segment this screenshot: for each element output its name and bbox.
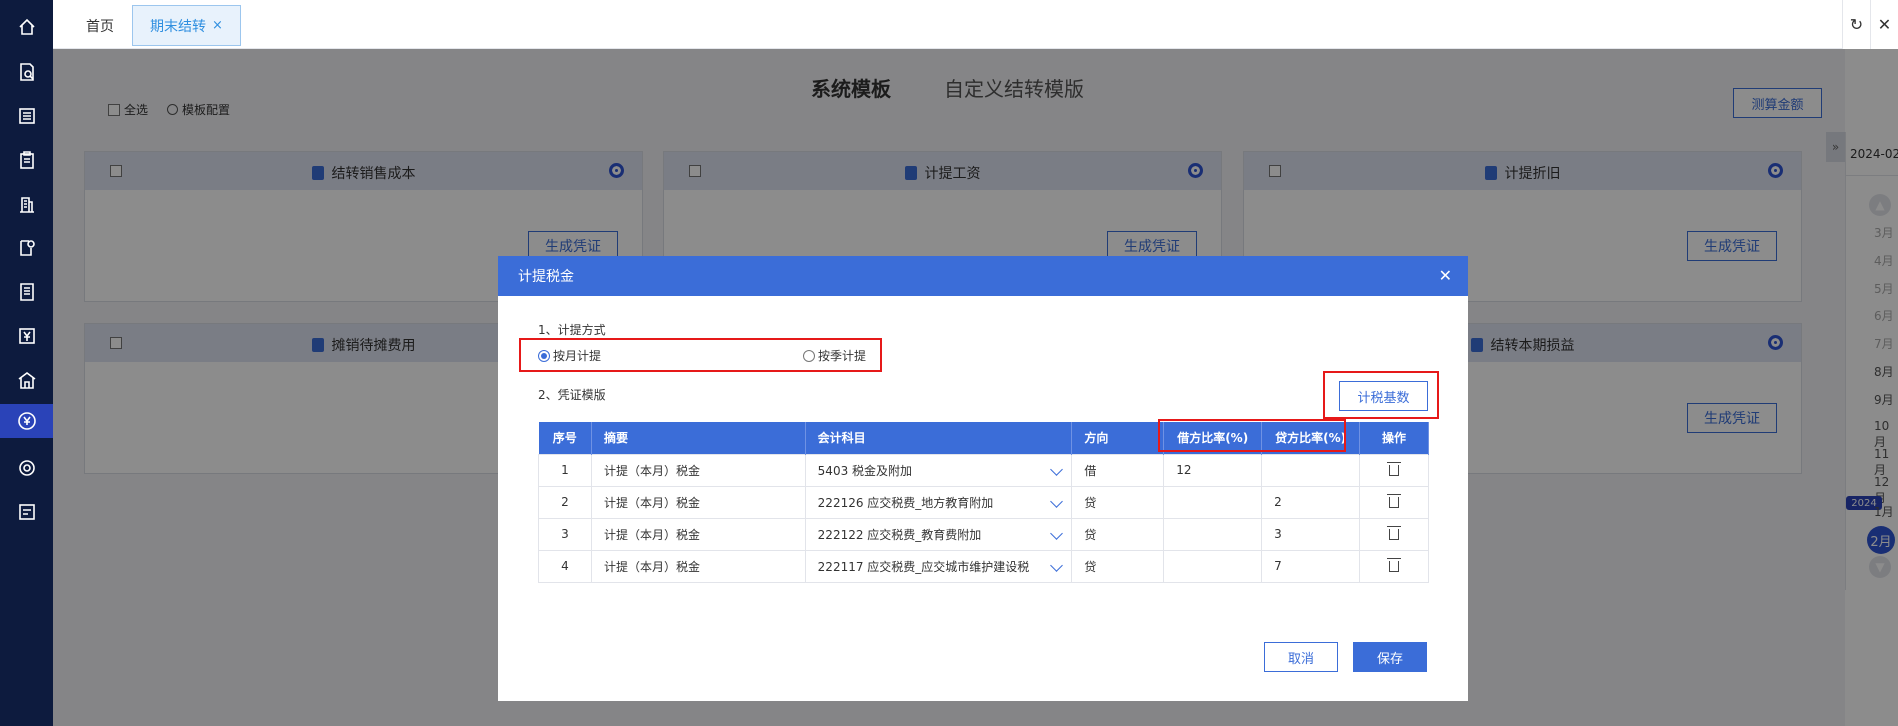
ledger-icon[interactable]	[8, 275, 45, 309]
cell-account[interactable]: 222117 应交税费_应交城市维护建设税	[804, 549, 1073, 583]
warehouse-icon[interactable]	[8, 363, 45, 397]
save-button[interactable]: 保存	[1353, 642, 1427, 672]
topbar-actions: ↻ ✕	[1842, 0, 1898, 49]
cell-summary[interactable]: 计提（本月）税金	[590, 485, 806, 519]
cell-summary[interactable]: 计提（本月）税金	[590, 453, 806, 487]
radio-quarterly[interactable]: 按季计提	[803, 347, 866, 364]
tax-base-button[interactable]: 计税基数	[1339, 381, 1428, 411]
cell-summary[interactable]: 计提（本月）税金	[590, 517, 806, 551]
radio-label: 按季计提	[818, 349, 867, 363]
chevron-down-icon[interactable]	[1050, 558, 1064, 572]
table-row: 3 计提（本月）税金 222122 应交税费_教育费附加 贷 3	[538, 517, 1429, 551]
cell-no: 3	[538, 517, 592, 551]
tab-period-end-transfer[interactable]: 期末结转 ×	[132, 5, 241, 46]
cell-no: 2	[538, 485, 592, 519]
trash-icon[interactable]	[1387, 462, 1402, 476]
report-icon[interactable]	[8, 495, 45, 529]
building-icon[interactable]	[8, 187, 45, 221]
chevron-down-icon[interactable]	[1050, 526, 1064, 540]
list-icon[interactable]	[8, 99, 45, 133]
dialog-header: 计提税金 ✕	[498, 256, 1468, 296]
col-account: 会计科目	[805, 422, 1073, 454]
radio-monthly[interactable]: 按月计提	[538, 347, 601, 364]
cell-no: 1	[538, 453, 592, 487]
cell-credit[interactable]: 3	[1261, 517, 1361, 551]
cell-account[interactable]: 5403 税金及附加	[804, 453, 1073, 487]
refresh-icon[interactable]: ↻	[1842, 0, 1870, 49]
account-text: 222126 应交税费_地方教育附加	[817, 495, 994, 510]
close-icon[interactable]: ✕	[1439, 266, 1452, 285]
tab-bar: 首页 期末结转 × ↻ ✕	[53, 0, 1898, 49]
tab-home[interactable]: 首页	[71, 5, 129, 46]
trash-icon[interactable]	[1387, 558, 1402, 572]
home-icon[interactable]	[8, 10, 45, 44]
dialog-title: 计提税金	[518, 269, 574, 285]
table-row: 2 计提（本月）税金 222126 应交税费_地方教育附加 贷 2	[538, 485, 1429, 519]
doc-settings-icon[interactable]	[8, 231, 45, 265]
section-accrual-mode: 1、计提方式	[538, 323, 606, 337]
section-voucher-template: 2、凭证模版	[538, 388, 606, 402]
accrue-tax-dialog: 计提税金 ✕ 1、计提方式 按月计提 按季计提 2、凭证模版 计税基数 序号 摘…	[498, 256, 1468, 701]
cell-credit[interactable]: 7	[1261, 549, 1361, 583]
table-row: 4 计提（本月）税金 222117 应交税费_应交城市维护建设税 贷 7	[538, 549, 1429, 583]
settings-icon[interactable]	[8, 451, 45, 485]
cell-account[interactable]: 222122 应交税费_教育费附加	[804, 517, 1073, 551]
cell-summary[interactable]: 计提（本月）税金	[590, 549, 806, 583]
account-text: 222122 应交税费_教育费附加	[817, 527, 982, 542]
tab-label: 期末结转	[150, 18, 207, 35]
chevron-down-icon[interactable]	[1050, 462, 1064, 476]
cell-action	[1359, 485, 1429, 519]
cell-direction[interactable]: 借	[1071, 453, 1165, 487]
cell-debit[interactable]	[1163, 549, 1263, 583]
col-no: 序号	[538, 422, 592, 454]
radio-dot	[538, 349, 550, 362]
cell-credit[interactable]	[1261, 453, 1361, 487]
close-window-icon[interactable]: ✕	[1870, 0, 1898, 49]
search-doc-icon[interactable]	[8, 55, 45, 89]
col-summary: 摘要	[591, 422, 806, 454]
yen-doc-icon[interactable]	[8, 319, 45, 353]
cell-action	[1359, 517, 1429, 551]
col-action: 操作	[1359, 422, 1429, 454]
close-icon[interactable]: ×	[212, 18, 223, 33]
cell-account[interactable]: 222126 应交税费_地方教育附加	[804, 485, 1073, 519]
trash-icon[interactable]	[1387, 494, 1402, 508]
radio-dot	[803, 349, 815, 362]
cancel-button[interactable]: 取消	[1264, 642, 1338, 672]
yen-circle-icon[interactable]	[0, 404, 53, 438]
trash-icon[interactable]	[1387, 526, 1402, 540]
cell-direction[interactable]: 贷	[1071, 485, 1165, 519]
clipboard-icon[interactable]	[8, 143, 45, 177]
cell-credit[interactable]: 2	[1261, 485, 1361, 519]
chevron-down-icon[interactable]	[1050, 494, 1064, 508]
cell-debit[interactable]: 12	[1163, 453, 1263, 487]
cell-direction[interactable]: 贷	[1071, 549, 1165, 583]
account-text: 5403 税金及附加	[817, 463, 913, 478]
cell-direction[interactable]: 贷	[1071, 517, 1165, 551]
radio-label: 按月计提	[553, 349, 602, 363]
account-text: 222117 应交税费_应交城市维护建设税	[817, 559, 1030, 574]
cell-action	[1359, 549, 1429, 583]
cell-no: 4	[538, 549, 592, 583]
cell-debit[interactable]	[1163, 517, 1263, 551]
table-row: 1 计提（本月）税金 5403 税金及附加 借 12	[538, 453, 1429, 487]
cell-action	[1359, 453, 1429, 487]
col-direction: 方向	[1071, 422, 1165, 454]
left-sidebar	[0, 0, 53, 726]
highlight-box	[1158, 419, 1346, 452]
cell-debit[interactable]	[1163, 485, 1263, 519]
